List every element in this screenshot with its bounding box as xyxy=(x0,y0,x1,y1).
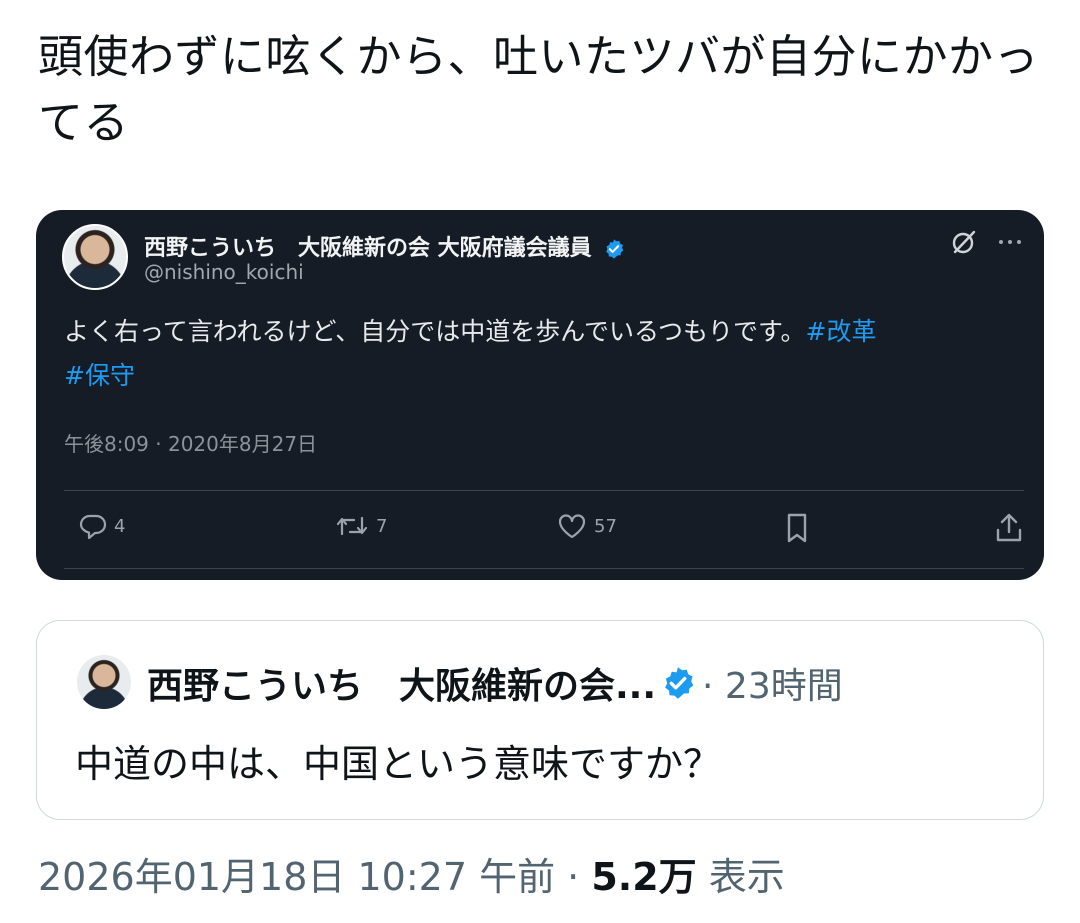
bookmark-icon xyxy=(787,513,807,543)
hashtag-link[interactable]: #保守 xyxy=(64,361,135,390)
share-button[interactable] xyxy=(994,512,1024,544)
embedded-display-name[interactable]: 西野こういち 大阪維新の会 大阪府議会議員 xyxy=(144,230,625,262)
quote-text: 中道の中は、中国という意味ですか？ xyxy=(75,742,722,786)
hashtag-link[interactable]: #改革 xyxy=(806,317,877,346)
embedded-handle[interactable]: @nishino_koichi xyxy=(144,260,304,284)
quote-display-name[interactable]: 西野こういち 大阪維新の会... xyxy=(147,657,656,709)
post-footer: 2026年01月18日 10:27 午前 · 5.2万 表示 xyxy=(38,846,785,901)
quote-relative-time[interactable]: · 23時間 xyxy=(702,657,843,709)
embedded-body-text: よく右って言われるけど、自分では中道を歩んでいるつもりです。 xyxy=(64,317,806,346)
views-count[interactable]: 5.2万 xyxy=(591,855,696,899)
quoted-post-card[interactable]: 西野こういち 大阪維新の会... · 23時間 中道の中は、中国という意味ですか… xyxy=(36,620,1044,820)
divider xyxy=(64,568,1024,569)
like-count: 57 xyxy=(594,515,617,537)
embedded-timestamp[interactable]: 午後8:09 · 2020年8月27日 xyxy=(64,428,317,457)
divider xyxy=(64,490,1024,491)
share-icon xyxy=(996,513,1022,542)
more-icon[interactable] xyxy=(998,237,1022,247)
embedded-display-name-text: 西野こういち 大阪維新の会 大阪府議会議員 xyxy=(144,236,592,261)
views-label: 表示 xyxy=(708,855,785,899)
reply-icon xyxy=(79,514,107,540)
verified-badge-icon xyxy=(665,667,694,699)
retweet-count: 7 xyxy=(376,515,388,537)
like-button[interactable]: 57 xyxy=(556,512,617,540)
reply-button[interactable]: 4 xyxy=(78,512,125,540)
bookmark-button[interactable] xyxy=(784,512,810,544)
quote-avatar[interactable] xyxy=(77,655,131,709)
post-timestamp[interactable]: 2026年01月18日 10:27 午前 · xyxy=(38,855,579,899)
post-text: 頭使わずに呟くから、吐いたツバが自分にかかってる xyxy=(38,30,1040,149)
grok-icon[interactable] xyxy=(950,228,978,256)
reply-count: 4 xyxy=(114,515,126,537)
like-icon xyxy=(558,514,586,539)
embedded-avatar[interactable] xyxy=(62,224,128,290)
retweet-icon xyxy=(336,516,368,536)
embedded-tweet-card[interactable]: 西野こういち 大阪維新の会 大阪府議会議員 @nishino_koichi よく… xyxy=(36,210,1044,580)
verified-badge-icon xyxy=(606,239,624,259)
embedded-body: よく右って言われるけど、自分では中道を歩んでいるつもりです。#改革 #保守 xyxy=(64,310,1024,398)
retweet-button[interactable]: 7 xyxy=(334,512,387,540)
quote-header: 西野こういち 大阪維新の会... · 23時間 xyxy=(147,657,843,709)
action-bar: 4 7 57 xyxy=(64,512,1024,552)
